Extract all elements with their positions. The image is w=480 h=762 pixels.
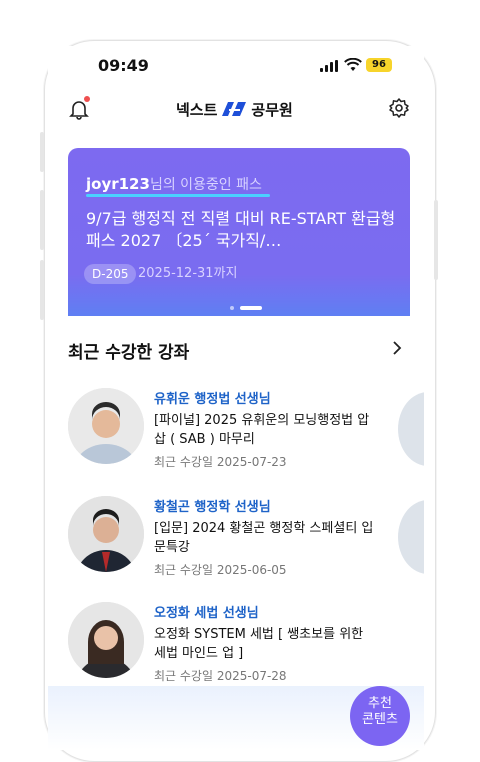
course-item[interactable]: 황철곤 행정학 선생님 [입문] 2024 황철곤 행정학 스페셜티 입문특강 …	[68, 496, 373, 588]
banner-underline	[86, 194, 270, 197]
pagination-dot[interactable]	[230, 306, 234, 310]
phone-side-button	[40, 132, 44, 172]
course-title: [파이널] 2025 유휘운의 모닝행정법 압삽 ( SAB ) 마무리	[154, 413, 370, 447]
teacher-avatar	[68, 496, 144, 572]
gear-icon[interactable]	[388, 97, 410, 119]
status-time: 09:49	[98, 56, 149, 75]
banner-username: joyr123	[86, 175, 150, 193]
recommend-label-line2: 콘텐츠	[362, 712, 398, 727]
d-day-badge: D-205	[84, 264, 137, 284]
notification-dot	[84, 96, 90, 102]
recent-study-date: 최근 수강일 2025-06-05	[154, 563, 287, 577]
phone-side-button	[40, 260, 44, 320]
teacher-name: 유휘운 행정법 선생님	[154, 392, 271, 407]
teacher-avatar	[68, 602, 144, 678]
teacher-name: 황철곤 행정학 선생님	[154, 500, 271, 515]
course-item[interactable]: 유휘운 행정법 선생님 [파이널] 2025 유휘운의 모닝행정법 압삽 ( S…	[68, 388, 369, 480]
pass-banner[interactable]: joyr123님의 이용중인 패스 9/7급 행정직 전 직렬 대비 RE-ST…	[68, 148, 410, 316]
banner-user-line: joyr123님의 이용중인 패스	[86, 174, 262, 194]
recent-courses-title: 최근 수강한 강좌	[68, 343, 190, 363]
brand-text-left: 넥스트	[176, 100, 218, 119]
phone-side-button	[434, 200, 438, 280]
teacher-avatar	[68, 388, 144, 464]
phone-side-button	[40, 190, 44, 250]
course-title: 오정화 SYSTEM 세법 [ 쌩초보를 위한 세법 마인드 업 ]	[154, 627, 364, 661]
brand-mark-icon	[222, 102, 247, 116]
pagination-dot-active[interactable]	[240, 306, 262, 310]
recommended-content-button[interactable]: 추천 콘텐츠	[350, 686, 410, 746]
brand-text-right: 공무원	[251, 100, 293, 119]
chevron-right-icon[interactable]	[390, 338, 404, 358]
status-bar: 09:49 96	[48, 46, 424, 86]
next-course-avatar-peek[interactable]	[398, 500, 424, 574]
banner-pass-title: 9/7급 행정직 전 직렬 대비 RE-START 환급형 패스 2027 〔2…	[86, 209, 396, 250]
banner-expiry-date: 2025-12-31까지	[138, 266, 238, 281]
next-course-avatar-peek[interactable]	[398, 392, 424, 466]
course-item[interactable]: 오정화 세법 선생님 오정화 SYSTEM 세법 [ 쌩초보를 위한 세법 마인…	[68, 602, 368, 694]
battery-icon: 96	[366, 58, 392, 72]
banner-user-suffix: 님의 이용중인 패스	[149, 177, 262, 193]
recent-study-date: 최근 수강일 2025-07-23	[154, 455, 287, 469]
app-header: 넥스트 공무원	[48, 86, 424, 130]
recommend-label-line1: 추천	[368, 696, 392, 711]
course-title: [입문] 2024 황철곤 행정학 스페셜티 입문특강	[154, 521, 374, 555]
teacher-name: 오정화 세법 선생님	[154, 606, 259, 621]
brand-logo[interactable]: 넥스트 공무원	[176, 98, 293, 120]
recent-study-date: 최근 수강일 2025-07-28	[154, 669, 287, 683]
app-screen: 09:49 96 넥스트 공무원 joyr123님의 이용중인 패스 9/7급 …	[48, 46, 424, 750]
wifi-icon	[344, 57, 362, 76]
signal-icon	[320, 60, 338, 72]
